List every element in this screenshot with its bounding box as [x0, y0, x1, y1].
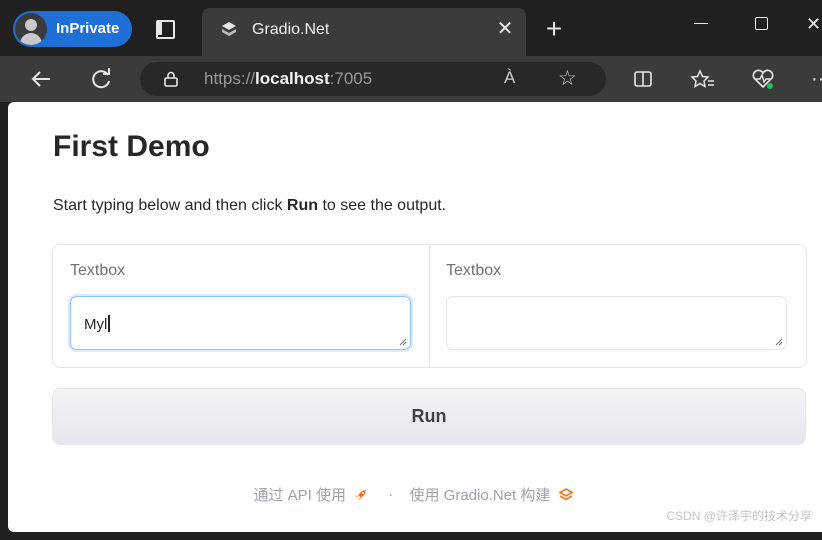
url-text: https://localhost:7005 — [204, 69, 373, 88]
favorite-star-icon[interactable]: ☆ — [558, 66, 577, 91]
built-with-gradio-link[interactable]: 使用 Gradio.Net 构建 — [409, 487, 550, 504]
browser-title-bar: InPrivate Gradio.Net ✕ + ✕ — [0, 0, 822, 56]
back-arrow-icon[interactable] — [26, 64, 56, 94]
run-button[interactable]: Run — [52, 388, 806, 445]
tab-close-icon[interactable]: ✕ — [494, 18, 516, 40]
input-textbox-label: Textbox — [70, 262, 126, 279]
profile-avatar-icon — [15, 13, 47, 45]
lock-icon — [164, 71, 178, 87]
resize-grip-icon[interactable] — [399, 338, 407, 346]
tab-title: Gradio.Net — [252, 21, 330, 38]
profile-label: InPrivate — [56, 20, 120, 37]
input-textbox[interactable]: Myl — [70, 296, 411, 350]
resize-grip-icon[interactable] — [775, 338, 783, 346]
more-menu-button[interactable]: ··· — [806, 64, 822, 94]
output-textbox-label: Textbox — [446, 262, 502, 279]
io-panel: Textbox Myl Textbox — [52, 244, 807, 368]
refresh-icon[interactable] — [86, 64, 116, 94]
browser-essentials-icon[interactable] — [748, 64, 778, 94]
rocket-icon — [356, 489, 367, 500]
read-aloud-icon[interactable]: À — [504, 68, 515, 88]
csdn-watermark: CSDN @许泽宇的技术分享 — [666, 509, 812, 523]
page-viewport: First Demo Start typing below and then c… — [8, 102, 822, 532]
tab-gradio-net[interactable]: Gradio.Net ✕ — [202, 8, 526, 56]
maximize-button[interactable] — [742, 10, 778, 38]
split-screen-icon[interactable] — [628, 64, 658, 94]
gradio-logo-icon — [558, 487, 573, 500]
input-textbox-value: Myl — [84, 315, 110, 333]
panel-divider — [429, 245, 430, 367]
page-description: Start typing below and then click Run to… — [53, 197, 447, 214]
inprivate-profile-button[interactable]: InPrivate — [13, 11, 132, 47]
page-footer: 通过 API 使用 · 使用 Gradio.Net 构建 — [8, 484, 822, 505]
output-textbox[interactable] — [446, 296, 787, 350]
use-via-api-link[interactable]: 通过 API 使用 — [253, 487, 346, 504]
footer-separator: · — [388, 486, 394, 503]
page-title: First Demo — [53, 130, 210, 163]
browser-toolbar: https://localhost:7005 À ☆ ··· — [0, 56, 822, 102]
window-bottom-edge — [0, 532, 822, 540]
minimize-button[interactable] — [682, 10, 718, 38]
address-bar[interactable]: https://localhost:7005 À ☆ — [140, 62, 606, 96]
gradio-favicon-icon — [222, 22, 236, 36]
text-caret — [108, 315, 110, 332]
favorites-icon[interactable] — [688, 64, 718, 94]
close-window-button[interactable]: ✕ — [806, 10, 822, 38]
tab-actions-icon[interactable] — [150, 15, 176, 41]
new-tab-button[interactable]: + — [540, 15, 568, 43]
